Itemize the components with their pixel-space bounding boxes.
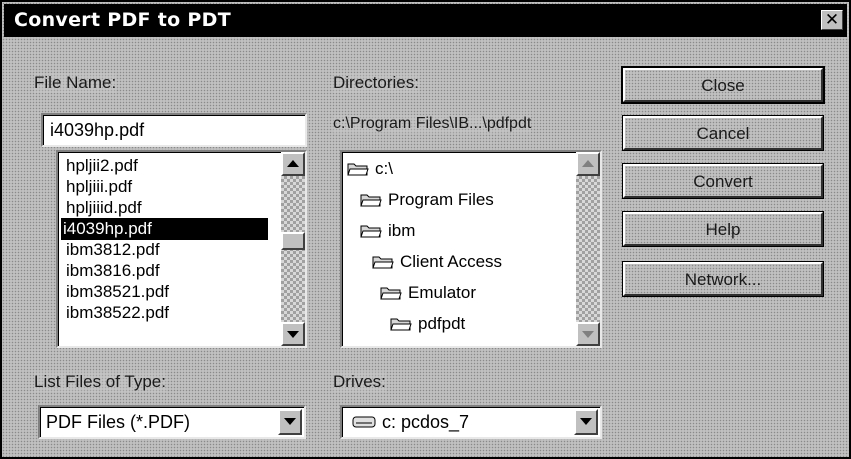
chevron-down-icon: [284, 418, 296, 425]
convert-button-label: Convert: [693, 172, 753, 191]
dir-item-pdfpdt[interactable]: pdfpdt: [390, 313, 465, 335]
list-item[interactable]: ibm38522.pdf: [64, 302, 171, 324]
dir-label: c:\: [375, 159, 393, 178]
up-arrow-icon: [582, 160, 594, 167]
list-item[interactable]: ibm3816.pdf: [64, 260, 162, 282]
dir-item-program-files[interactable]: Program Files: [360, 189, 494, 211]
directory-path: c:\Program Files\IB...\pdfpdt: [333, 115, 532, 133]
dir-label: ibm: [388, 221, 416, 240]
close-button-label: Close: [701, 76, 745, 95]
dir-item-root[interactable]: c:\: [347, 158, 393, 180]
dir-label: Emulator: [408, 283, 477, 302]
scroll-up-button[interactable]: [576, 152, 600, 176]
scroll-thumb[interactable]: [281, 232, 305, 250]
up-arrow-icon: [287, 160, 299, 167]
open-folder-icon: [347, 161, 369, 176]
open-folder-icon: [372, 254, 394, 269]
title-bar[interactable]: Convert PDF to PDT ✕: [4, 4, 847, 37]
open-folder-icon: [380, 285, 402, 300]
scroll-down-button[interactable]: [576, 322, 600, 346]
drives-label: Drives:: [333, 372, 386, 392]
list-item[interactable]: hpljiiid.pdf: [64, 197, 144, 219]
cancel-button[interactable]: Cancel: [622, 115, 824, 151]
scroll-up-button[interactable]: [281, 152, 305, 176]
file-type-label: List Files of Type:: [34, 372, 166, 392]
list-item[interactable]: hpljii2.pdf: [64, 155, 140, 177]
drives-combo[interactable]: c: pcdos_7: [340, 405, 602, 439]
close-button[interactable]: Close: [621, 66, 825, 104]
convert-pdf-dialog: Convert PDF to PDT ✕ File Name: i4039hp.…: [0, 0, 851, 459]
help-button-label: Help: [705, 220, 741, 239]
dir-label: pdfpdt: [418, 314, 466, 333]
directory-list[interactable]: c:\ Program Files ibm Client Access Emul…: [340, 150, 602, 348]
directory-list-items: c:\ Program Files ibm Client Access Emul…: [342, 152, 576, 346]
drives-value-wrap: c: pcdos_7: [352, 412, 469, 433]
scroll-down-button[interactable]: [281, 322, 305, 346]
dir-label: Program Files: [388, 190, 494, 209]
file-name-input[interactable]: i4039hp.pdf: [41, 113, 307, 147]
file-type-combo[interactable]: PDF Files (*.PDF): [38, 405, 306, 439]
down-arrow-icon: [287, 331, 299, 338]
directories-label: Directories:: [333, 73, 419, 93]
network-button-label: Network...: [684, 270, 762, 289]
file-list[interactable]: hpljii2.pdf hpljiii.pdf hpljiiid.pdf i40…: [56, 150, 307, 348]
dir-item-emulator[interactable]: Emulator: [380, 282, 476, 304]
down-arrow-icon: [582, 331, 594, 338]
help-button[interactable]: Help: [622, 211, 824, 247]
dir-item-client-access[interactable]: Client Access: [372, 251, 502, 273]
file-list-scrollbar[interactable]: [281, 152, 305, 346]
file-type-value: PDF Files (*.PDF): [46, 412, 190, 432]
drives-dropdown-button[interactable]: [574, 409, 598, 435]
dir-label: Client Access: [400, 252, 503, 271]
directory-list-scrollbar[interactable]: [576, 152, 600, 346]
cancel-button-label: Cancel: [696, 124, 750, 143]
file-list-items: hpljii2.pdf hpljiii.pdf hpljiiid.pdf i40…: [58, 152, 281, 346]
drive-icon: [352, 413, 376, 428]
chevron-down-icon: [580, 418, 592, 425]
list-item[interactable]: ibm3812.pdf: [64, 239, 162, 261]
file-name-label: File Name:: [34, 73, 117, 93]
convert-button[interactable]: Convert: [622, 163, 824, 199]
list-item-selected[interactable]: i4039hp.pdf: [61, 218, 268, 240]
open-folder-icon: [390, 316, 412, 331]
network-button[interactable]: Network...: [622, 261, 824, 297]
close-window-button[interactable]: ✕: [821, 10, 843, 30]
window-title: Convert PDF to PDT: [14, 9, 231, 31]
list-item[interactable]: ibm38521.pdf: [64, 281, 171, 303]
file-type-dropdown-button[interactable]: [278, 409, 302, 435]
close-icon: ✕: [824, 10, 840, 30]
list-item[interactable]: hpljiii.pdf: [64, 176, 134, 198]
dir-item-ibm[interactable]: ibm: [360, 220, 415, 242]
file-name-value: i4039hp.pdf: [50, 120, 145, 140]
drives-value: c: pcdos_7: [382, 412, 470, 432]
open-folder-icon: [360, 223, 382, 238]
open-folder-icon: [360, 192, 382, 207]
